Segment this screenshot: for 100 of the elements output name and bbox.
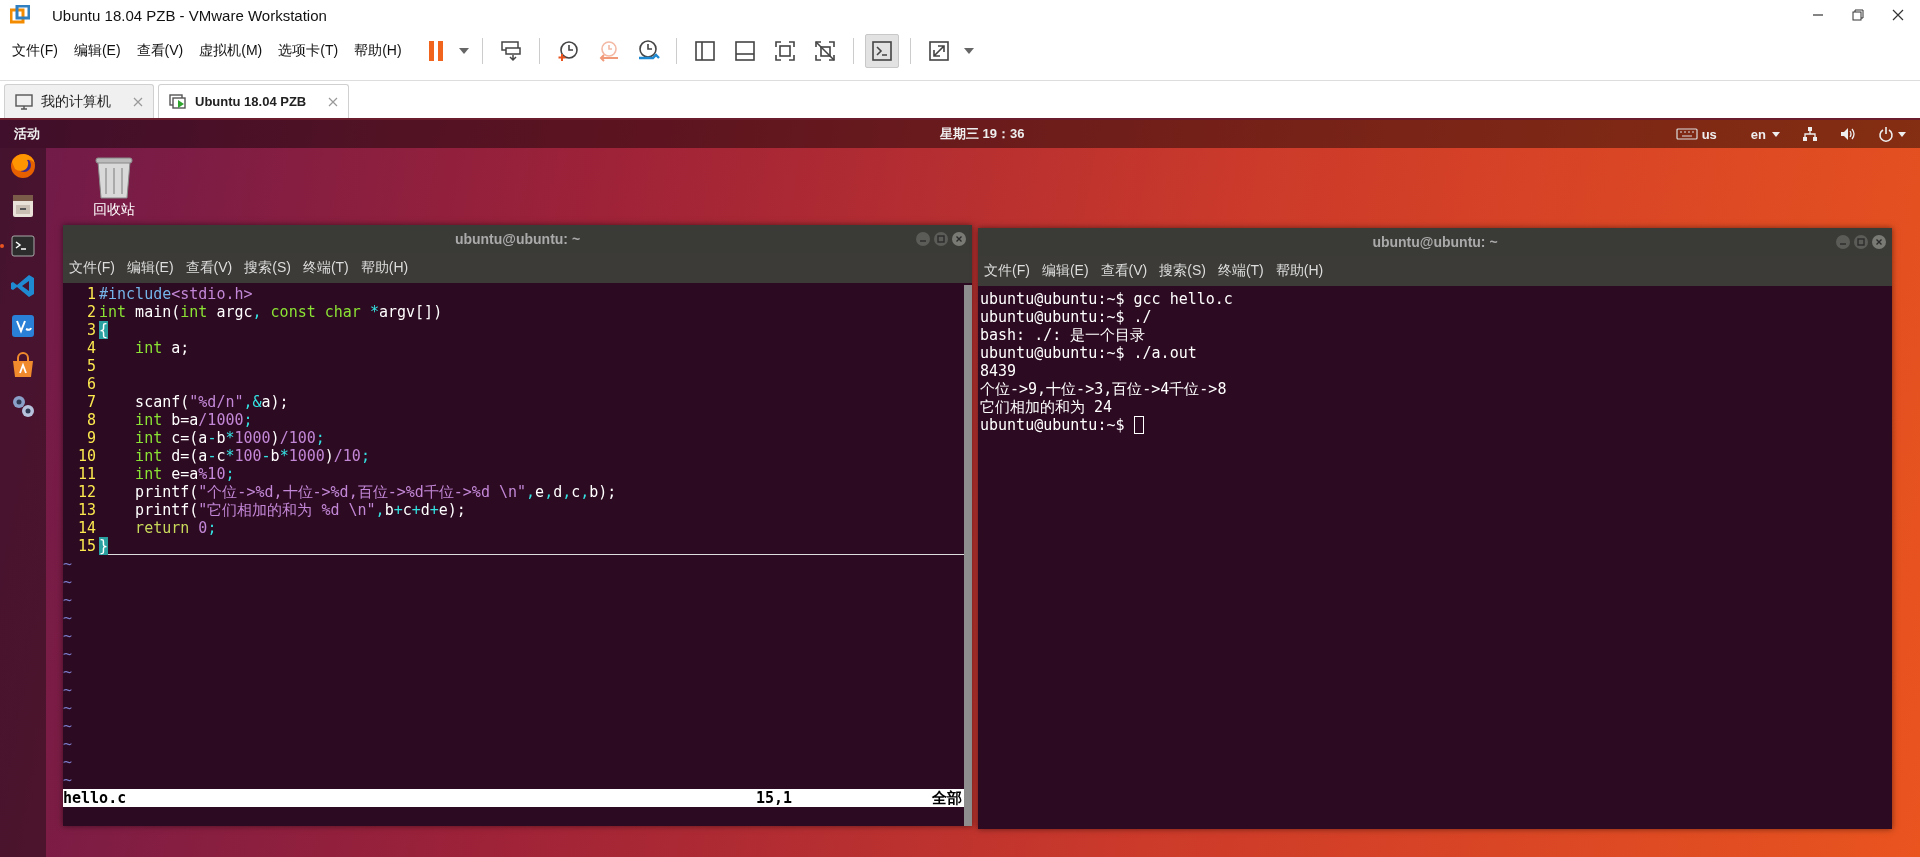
menu-item[interactable]: 查看(V): [185, 259, 233, 277]
caret-icon: [1898, 131, 1906, 137]
caret-icon: [963, 48, 974, 54]
network-icon: [1802, 126, 1818, 142]
caret-icon: [1772, 131, 1780, 137]
input-language[interactable]: en: [1750, 126, 1766, 142]
menu-item[interactable]: 查看(V): [1100, 262, 1148, 280]
power-icon: [1878, 126, 1894, 142]
menu-item[interactable]: 帮助(H): [354, 42, 402, 60]
activities-button[interactable]: 活动: [14, 125, 40, 143]
terminal-line: bash: ./: 是一个目录: [980, 326, 1146, 344]
menu-item[interactable]: 帮助(H): [1275, 262, 1324, 280]
tab[interactable]: 我的计算机: [4, 84, 154, 118]
close-button[interactable]: [1890, 7, 1906, 23]
file-name: hello.c: [63, 789, 128, 807]
scroll-position: 全部: [932, 789, 963, 807]
terminal-line: ubuntu@ubuntu:~$ ./a.out: [980, 344, 1197, 362]
empty-line-marker: ~: [63, 591, 73, 609]
terminal-line: 8439: [980, 362, 1017, 380]
terminal-line: ubuntu@ubuntu:~$: [980, 416, 1125, 434]
line-number: 6: [85, 375, 97, 393]
unity-view-icon: [812, 39, 837, 63]
terminal-line: ubuntu@ubuntu:~$ gcc hello.c: [980, 290, 1233, 308]
empty-line-marker: ~: [63, 771, 73, 789]
empty-line-marker: ~: [63, 717, 73, 735]
scrollbar[interactable]: [964, 285, 972, 826]
code-line: int d=(a-c*100-b*1000)/10;: [134, 447, 370, 465]
terminal-line: 个位->9,十位->3,百位->4千位->8: [980, 380, 1227, 398]
toolbar-button[interactable]: [864, 34, 899, 68]
code-editor-icon[interactable]: [9, 312, 37, 340]
line-number: 5: [85, 357, 97, 375]
window-title: ubuntu@ubuntu: ~: [454, 231, 581, 247]
menu-item[interactable]: 编辑(E): [126, 259, 174, 277]
line-number: 15: [76, 537, 97, 555]
code-line: #include<stdio.h>: [99, 285, 253, 303]
code-line: int b=a/1000;: [134, 411, 253, 429]
menu-item[interactable]: 编辑(E): [1041, 262, 1089, 280]
empty-line-marker: ~: [63, 555, 73, 573]
line-number: 14: [76, 519, 97, 537]
line-number: 3: [85, 321, 97, 339]
line-number: 13: [76, 501, 97, 519]
empty-line-marker: ~: [63, 735, 73, 753]
line-number: 7: [85, 393, 97, 411]
line-number: 8: [85, 411, 97, 429]
empty-line-marker: ~: [63, 609, 73, 627]
line-number: 10: [76, 447, 97, 465]
sidebar-layout-icon: [692, 39, 717, 63]
code-line: int a;: [134, 339, 190, 357]
code-line: printf("它们相加的和为 %d \n",b+c+d+e);: [134, 501, 466, 519]
code-line: int main(int argc, const char *argv[]): [99, 303, 443, 321]
empty-line-marker: ~: [63, 645, 73, 663]
terminal-icon[interactable]: [9, 232, 37, 260]
code-line: printf("个位->%d,十位->%d,百位->%d千位->%d \n",e,d,c,b);: [134, 483, 617, 501]
monitor-icon: [15, 93, 33, 110]
empty-line-marker: ~: [63, 753, 73, 771]
cursor-position: 15,1: [755, 789, 792, 807]
caret-icon: [458, 48, 469, 54]
menu-item[interactable]: 帮助(H): [360, 259, 409, 277]
desktop-icon-label[interactable]: 回收站: [93, 201, 135, 219]
menu-item[interactable]: 搜索(S): [244, 259, 291, 277]
empty-line-marker: ~: [63, 663, 73, 681]
vmware-logo-icon: [10, 5, 30, 25]
menu-item[interactable]: 终端(T): [302, 259, 349, 277]
menu-item[interactable]: 终端(T): [1217, 262, 1264, 280]
terminal-line: 它们相加的和为 24: [980, 398, 1113, 416]
code-line: int e=a%10;: [134, 465, 235, 483]
close-icon[interactable]: [328, 96, 339, 107]
empty-line-marker: ~: [63, 573, 73, 591]
code-line: int c=(a-b*1000)/100;: [134, 429, 325, 447]
window-title: Ubuntu 18.04 PZB - VMware Workstation: [52, 6, 328, 24]
menu-item[interactable]: 搜索(S): [1159, 262, 1206, 280]
code-line: scanf("%d/n",&a);: [134, 393, 289, 411]
menu-item[interactable]: 虚拟机(M): [199, 42, 263, 60]
fit-window-icon: [772, 39, 797, 63]
empty-line-marker: ~: [63, 627, 73, 645]
window-title: ubuntu@ubuntu: ~: [1372, 234, 1498, 250]
vm-running-icon: [169, 93, 187, 110]
line-number: 11: [76, 465, 97, 483]
keyboard-icon: [1675, 128, 1698, 140]
line-number: 9: [85, 429, 97, 447]
empty-line-marker: ~: [63, 699, 73, 717]
menu-item[interactable]: 文件(F): [69, 259, 115, 277]
bottom-panel-layout-icon: [732, 39, 757, 63]
empty-line-marker: ~: [63, 681, 73, 699]
menu-item[interactable]: 文件(F): [12, 42, 58, 60]
tab[interactable]: Ubuntu 18.04 PZB: [158, 84, 350, 118]
keyboard-layout[interactable]: us: [1701, 126, 1717, 142]
restore-button[interactable]: [1850, 7, 1866, 23]
clock[interactable]: 星期三 19：36: [940, 125, 1025, 143]
terminal-line: ubuntu@ubuntu:~$ ./: [980, 308, 1152, 326]
line-number: 12: [76, 483, 97, 501]
menu-item[interactable]: 查看(V): [136, 42, 184, 60]
code-line: return 0;: [134, 519, 217, 537]
menu-item[interactable]: 编辑(E): [73, 42, 121, 60]
volume-icon: [1840, 126, 1856, 142]
send-keys-icon: [498, 39, 523, 63]
firefox-icon[interactable]: [9, 152, 37, 180]
console-icon: [869, 39, 894, 63]
menu-item[interactable]: 文件(F): [984, 262, 1030, 280]
menu-item[interactable]: 选项卡(T): [278, 42, 339, 60]
